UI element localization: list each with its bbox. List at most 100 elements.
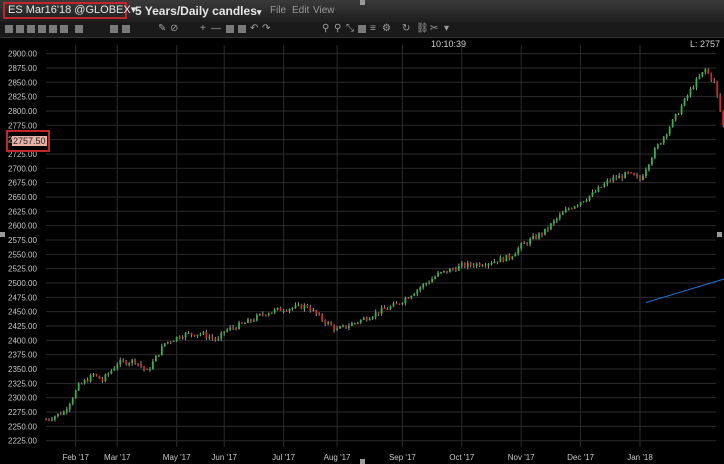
candle-body [526,242,529,245]
resize-handle[interactable] [360,459,365,464]
candle [419,286,422,293]
resize-handle[interactable] [360,0,365,5]
candle [695,76,698,91]
candle-body [624,172,627,179]
current-price-marker: 2757.50 [6,130,50,152]
candle-body [211,336,214,339]
candle [86,377,89,383]
candle [719,93,722,113]
toolbar-icon[interactable] [75,25,83,33]
candle [169,340,172,345]
candle [704,68,707,75]
candle [336,325,338,332]
draw-line-icon[interactable]: ✎ [158,23,166,35]
candle-body [428,282,431,284]
redo-icon[interactable]: ↷ [262,23,270,35]
candle-body [475,263,478,267]
symbol-label: ES Mar16'18 @GLOBEX [8,4,131,16]
candle-body [564,209,567,213]
candle [624,171,627,179]
candle [538,232,540,240]
candle [270,312,273,314]
toolbar-icon[interactable] [110,25,118,33]
candle-body [336,328,338,330]
toolbar-icon[interactable] [122,25,130,33]
settings-icon[interactable]: ⚙ [382,23,391,35]
candle [51,416,53,422]
candle [552,219,555,226]
grid-lines [46,45,716,447]
toolbar-icon[interactable] [238,25,246,33]
candle [502,256,505,263]
resize-handle[interactable] [717,232,722,237]
toolbar-icon[interactable] [38,25,46,33]
price-chart[interactable]: 2225.00 2250.00 2275.00 2300.00 2325.00 2350.… [0,37,724,464]
candle [288,308,291,314]
delete-icon[interactable]: ⊘ [170,23,178,35]
candle-body [279,307,282,312]
candle-body [383,307,386,309]
candle-body [463,263,466,267]
candle [668,126,671,137]
toolbar-icon[interactable] [49,25,57,33]
candle-body [612,177,615,181]
candle-body [175,336,178,341]
refresh-icon[interactable]: ↻ [402,23,410,35]
date-tick-label: Sep '17 [389,453,416,462]
candle [178,335,181,340]
candle [368,317,371,321]
candle [463,262,466,269]
candle-body [615,177,618,179]
candle-body [514,253,517,257]
candle-body [80,383,83,385]
resize-handle[interactable] [0,232,5,237]
undo-icon[interactable]: ↶ [250,23,258,35]
candle [131,358,134,366]
menu-file[interactable]: File [270,5,286,16]
zoom-in-icon[interactable]: ⚲ [322,23,329,35]
candle-body [241,322,243,324]
candle-body [460,263,463,266]
crosshair-icon[interactable]: + [200,23,206,35]
toolbar-icon[interactable] [60,25,68,33]
candle-body [544,228,546,235]
candle [190,332,193,338]
zoom-out-icon[interactable]: ⚲ [334,23,341,35]
candle-body [229,327,232,330]
toolbar-icon[interactable] [5,25,13,33]
menu-edit[interactable]: Edit [292,5,309,16]
toolbar-icon[interactable] [358,25,366,33]
candle [469,261,472,268]
candle-body [701,72,704,77]
price-tick-label: 2475.00 [8,293,37,302]
candle [689,86,692,98]
menu-view[interactable]: View [313,5,335,16]
date-tick-label: Feb '17 [62,453,89,462]
candle-body [125,360,128,365]
candle-body [288,308,291,312]
candle-body [487,263,490,266]
candle-body [505,255,508,262]
toolbar-icon[interactable] [27,25,35,33]
tools-icon[interactable]: ✂ [430,23,438,35]
candle [163,343,166,347]
candle-body [645,169,647,177]
toolbar-icon[interactable] [226,25,234,33]
candle [460,260,463,269]
candle [437,270,439,278]
candle [434,275,436,280]
candle-body [187,332,190,334]
timeframe-selector[interactable]: 5 Years/Daily candles▾ [135,4,261,18]
candle [371,316,374,321]
candle-body [594,191,597,193]
link-icon[interactable]: ⛓ [416,23,429,35]
symbol-selector[interactable]: ES Mar16'18 @GLOBEX▾ [3,2,136,19]
chevron-down-icon[interactable]: ▾ [444,23,449,35]
candle [152,358,154,370]
toolbar-icon[interactable] [16,25,24,33]
fit-icon[interactable]: ⤡ [346,23,354,35]
horizontal-line-icon[interactable]: — [211,23,221,35]
candle [359,319,362,325]
list-icon[interactable]: ≡ [370,23,376,35]
candle-body [508,255,511,259]
